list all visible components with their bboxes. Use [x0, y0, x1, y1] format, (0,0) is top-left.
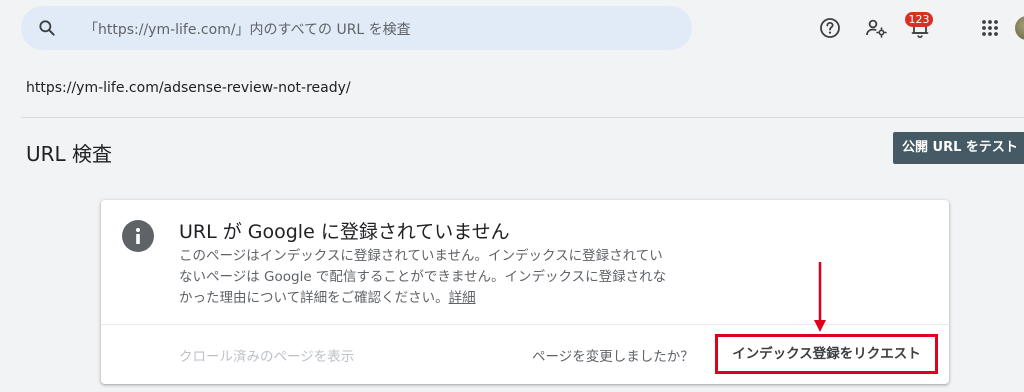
page-changed-question: ページを変更しましたか？ — [532, 349, 694, 365]
status-description-line: このページはインデックスに登録されていません。インデックスに登録されてい — [179, 248, 663, 264]
search-input[interactable]: 「https://ym-life.com/」内のすべての URL を検査 — [84, 19, 411, 39]
search-bar[interactable]: 「https://ym-life.com/」内のすべての URL を検査 — [21, 6, 692, 50]
help-icon[interactable] — [818, 16, 842, 40]
annotation-arrow — [812, 262, 828, 334]
info-icon — [122, 220, 154, 252]
status-title: URL が Google に登録されていません — [179, 221, 510, 243]
request-indexing-button[interactable]: インデックス登録をリクエスト — [715, 334, 938, 374]
notification-count-badge: 123 — [905, 12, 933, 27]
status-description-line: かった理由について詳細をご確認ください。詳細 — [179, 288, 739, 309]
apps-grid-icon[interactable] — [978, 16, 1002, 40]
avatar[interactable] — [1015, 16, 1024, 40]
manage-users-icon[interactable] — [864, 16, 888, 40]
status-description: このページはインデックスに登録されていません。インデックスに登録されてい ないペ… — [179, 246, 739, 309]
header-divider — [21, 117, 1024, 118]
page-title: URL 検査 — [26, 142, 113, 166]
status-description-line-text: かった理由について詳細をご確認ください。 — [179, 290, 449, 306]
inspected-url: https://ym-life.com/adsense-review-not-r… — [26, 80, 351, 96]
test-live-url-button[interactable]: 公開 URL をテスト — [893, 132, 1024, 164]
status-description-line: ないページは Google で配信することができません。インデックスに登録されな — [179, 269, 667, 285]
search-icon[interactable] — [37, 18, 57, 38]
details-link[interactable]: 詳細 — [449, 290, 476, 306]
view-crawled-page-button[interactable]: クロール済みのページを表示 — [179, 345, 354, 365]
